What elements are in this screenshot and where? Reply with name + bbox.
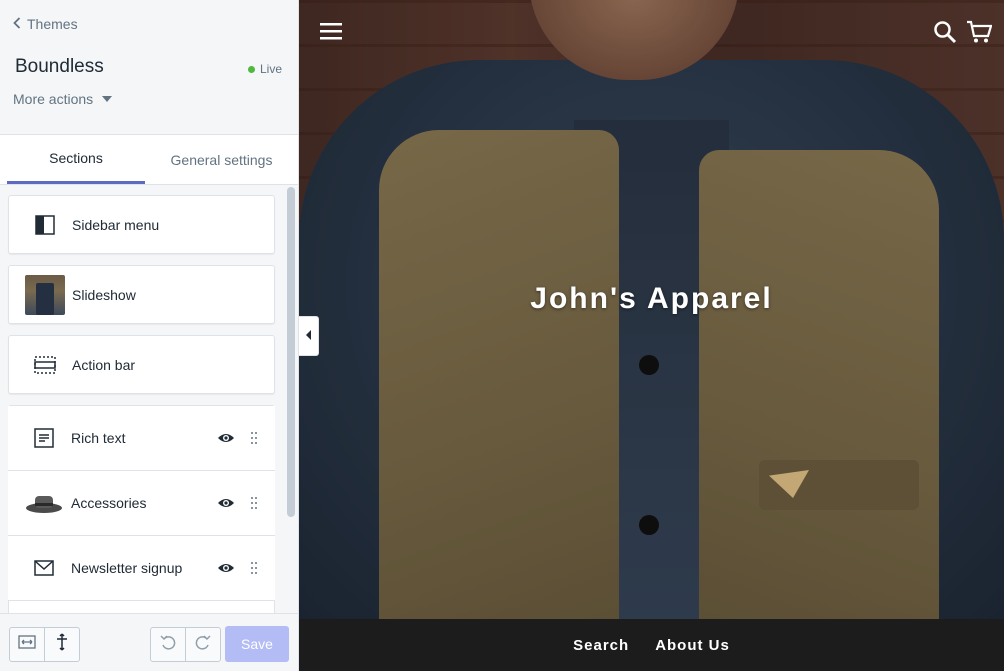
storefront-preview: John's Apparel Search About Us xyxy=(299,0,1004,671)
redo-button[interactable] xyxy=(185,627,221,662)
status-label: Live xyxy=(259,62,282,76)
footer-link-search[interactable]: Search xyxy=(573,637,629,654)
back-link-label: Themes xyxy=(27,16,78,32)
sidebar-layout-icon xyxy=(25,205,65,245)
accessories-thumbnail xyxy=(24,483,64,523)
cart-icon[interactable] xyxy=(966,20,993,49)
drag-handle-icon[interactable] xyxy=(249,431,259,445)
editor-footer-toolbar: Save xyxy=(0,613,298,671)
tab-sections[interactable]: Sections xyxy=(7,135,145,184)
hero-title: John's Apparel xyxy=(530,282,773,315)
hamburger-menu-icon[interactable] xyxy=(320,22,342,45)
section-label: Accessories xyxy=(71,495,147,511)
inspect-section-button[interactable] xyxy=(44,627,80,662)
back-to-themes-link[interactable]: Themes xyxy=(13,16,78,32)
more-actions-dropdown[interactable]: More actions xyxy=(13,91,113,107)
redo-icon xyxy=(195,634,211,655)
section-item-newsletter-signup[interactable]: Newsletter signup xyxy=(8,536,275,601)
caret-left-icon xyxy=(305,327,312,345)
inspect-cursor-icon xyxy=(54,633,70,656)
save-button[interactable]: Save xyxy=(225,626,289,662)
theme-name: Boundless xyxy=(15,56,104,77)
reorderable-sections-group: Rich text Accessories Newsletter signup xyxy=(8,405,275,613)
undo-button[interactable] xyxy=(150,627,186,662)
section-list: Sidebar menu Slideshow Action bar Rich t… xyxy=(0,185,298,613)
rich-text-icon xyxy=(24,418,64,458)
drag-handle-icon[interactable] xyxy=(249,561,259,575)
storefront-footer-nav: Search About Us xyxy=(299,619,1004,671)
caret-down-icon xyxy=(102,96,113,102)
section-item-rich-text[interactable]: Rich text xyxy=(8,406,275,471)
sidebar-tabs: Sections General settings xyxy=(0,135,298,185)
action-bar-icon xyxy=(25,345,65,385)
undo-icon xyxy=(160,634,176,655)
section-item-sidebar-menu[interactable]: Sidebar menu xyxy=(8,195,275,254)
section-item-slideshow[interactable]: Slideshow xyxy=(8,265,275,324)
section-item-accessories[interactable]: Accessories xyxy=(8,471,275,536)
status-badge: Live xyxy=(247,62,282,76)
section-list-scrollbar[interactable] xyxy=(287,187,295,517)
slideshow-thumbnail xyxy=(25,274,65,315)
collapse-sidebar-button[interactable] xyxy=(299,316,319,356)
section-label: Rich text xyxy=(71,430,126,446)
section-label: Newsletter signup xyxy=(71,560,183,576)
footer-link-about-us[interactable]: About Us xyxy=(655,637,730,654)
drag-handle-icon[interactable] xyxy=(249,496,259,510)
tab-general-settings[interactable]: General settings xyxy=(145,135,298,184)
eye-icon[interactable] xyxy=(217,494,235,512)
chevron-left-icon xyxy=(13,16,27,32)
section-item-action-bar[interactable]: Action bar xyxy=(8,335,275,394)
section-label: Action bar xyxy=(72,356,136,373)
eye-icon[interactable] xyxy=(217,429,235,447)
live-status-dot xyxy=(247,65,255,73)
search-icon[interactable] xyxy=(933,20,957,49)
eye-icon[interactable] xyxy=(217,559,235,577)
theme-editor-sidebar: Themes Boundless Live More actions Secti… xyxy=(0,0,299,671)
section-label: Slideshow xyxy=(72,286,136,303)
section-label: Sidebar menu xyxy=(72,216,160,233)
fit-width-icon xyxy=(18,635,36,654)
more-actions-label: More actions xyxy=(13,91,94,107)
envelope-icon xyxy=(24,548,64,588)
fit-width-button[interactable] xyxy=(9,627,45,662)
